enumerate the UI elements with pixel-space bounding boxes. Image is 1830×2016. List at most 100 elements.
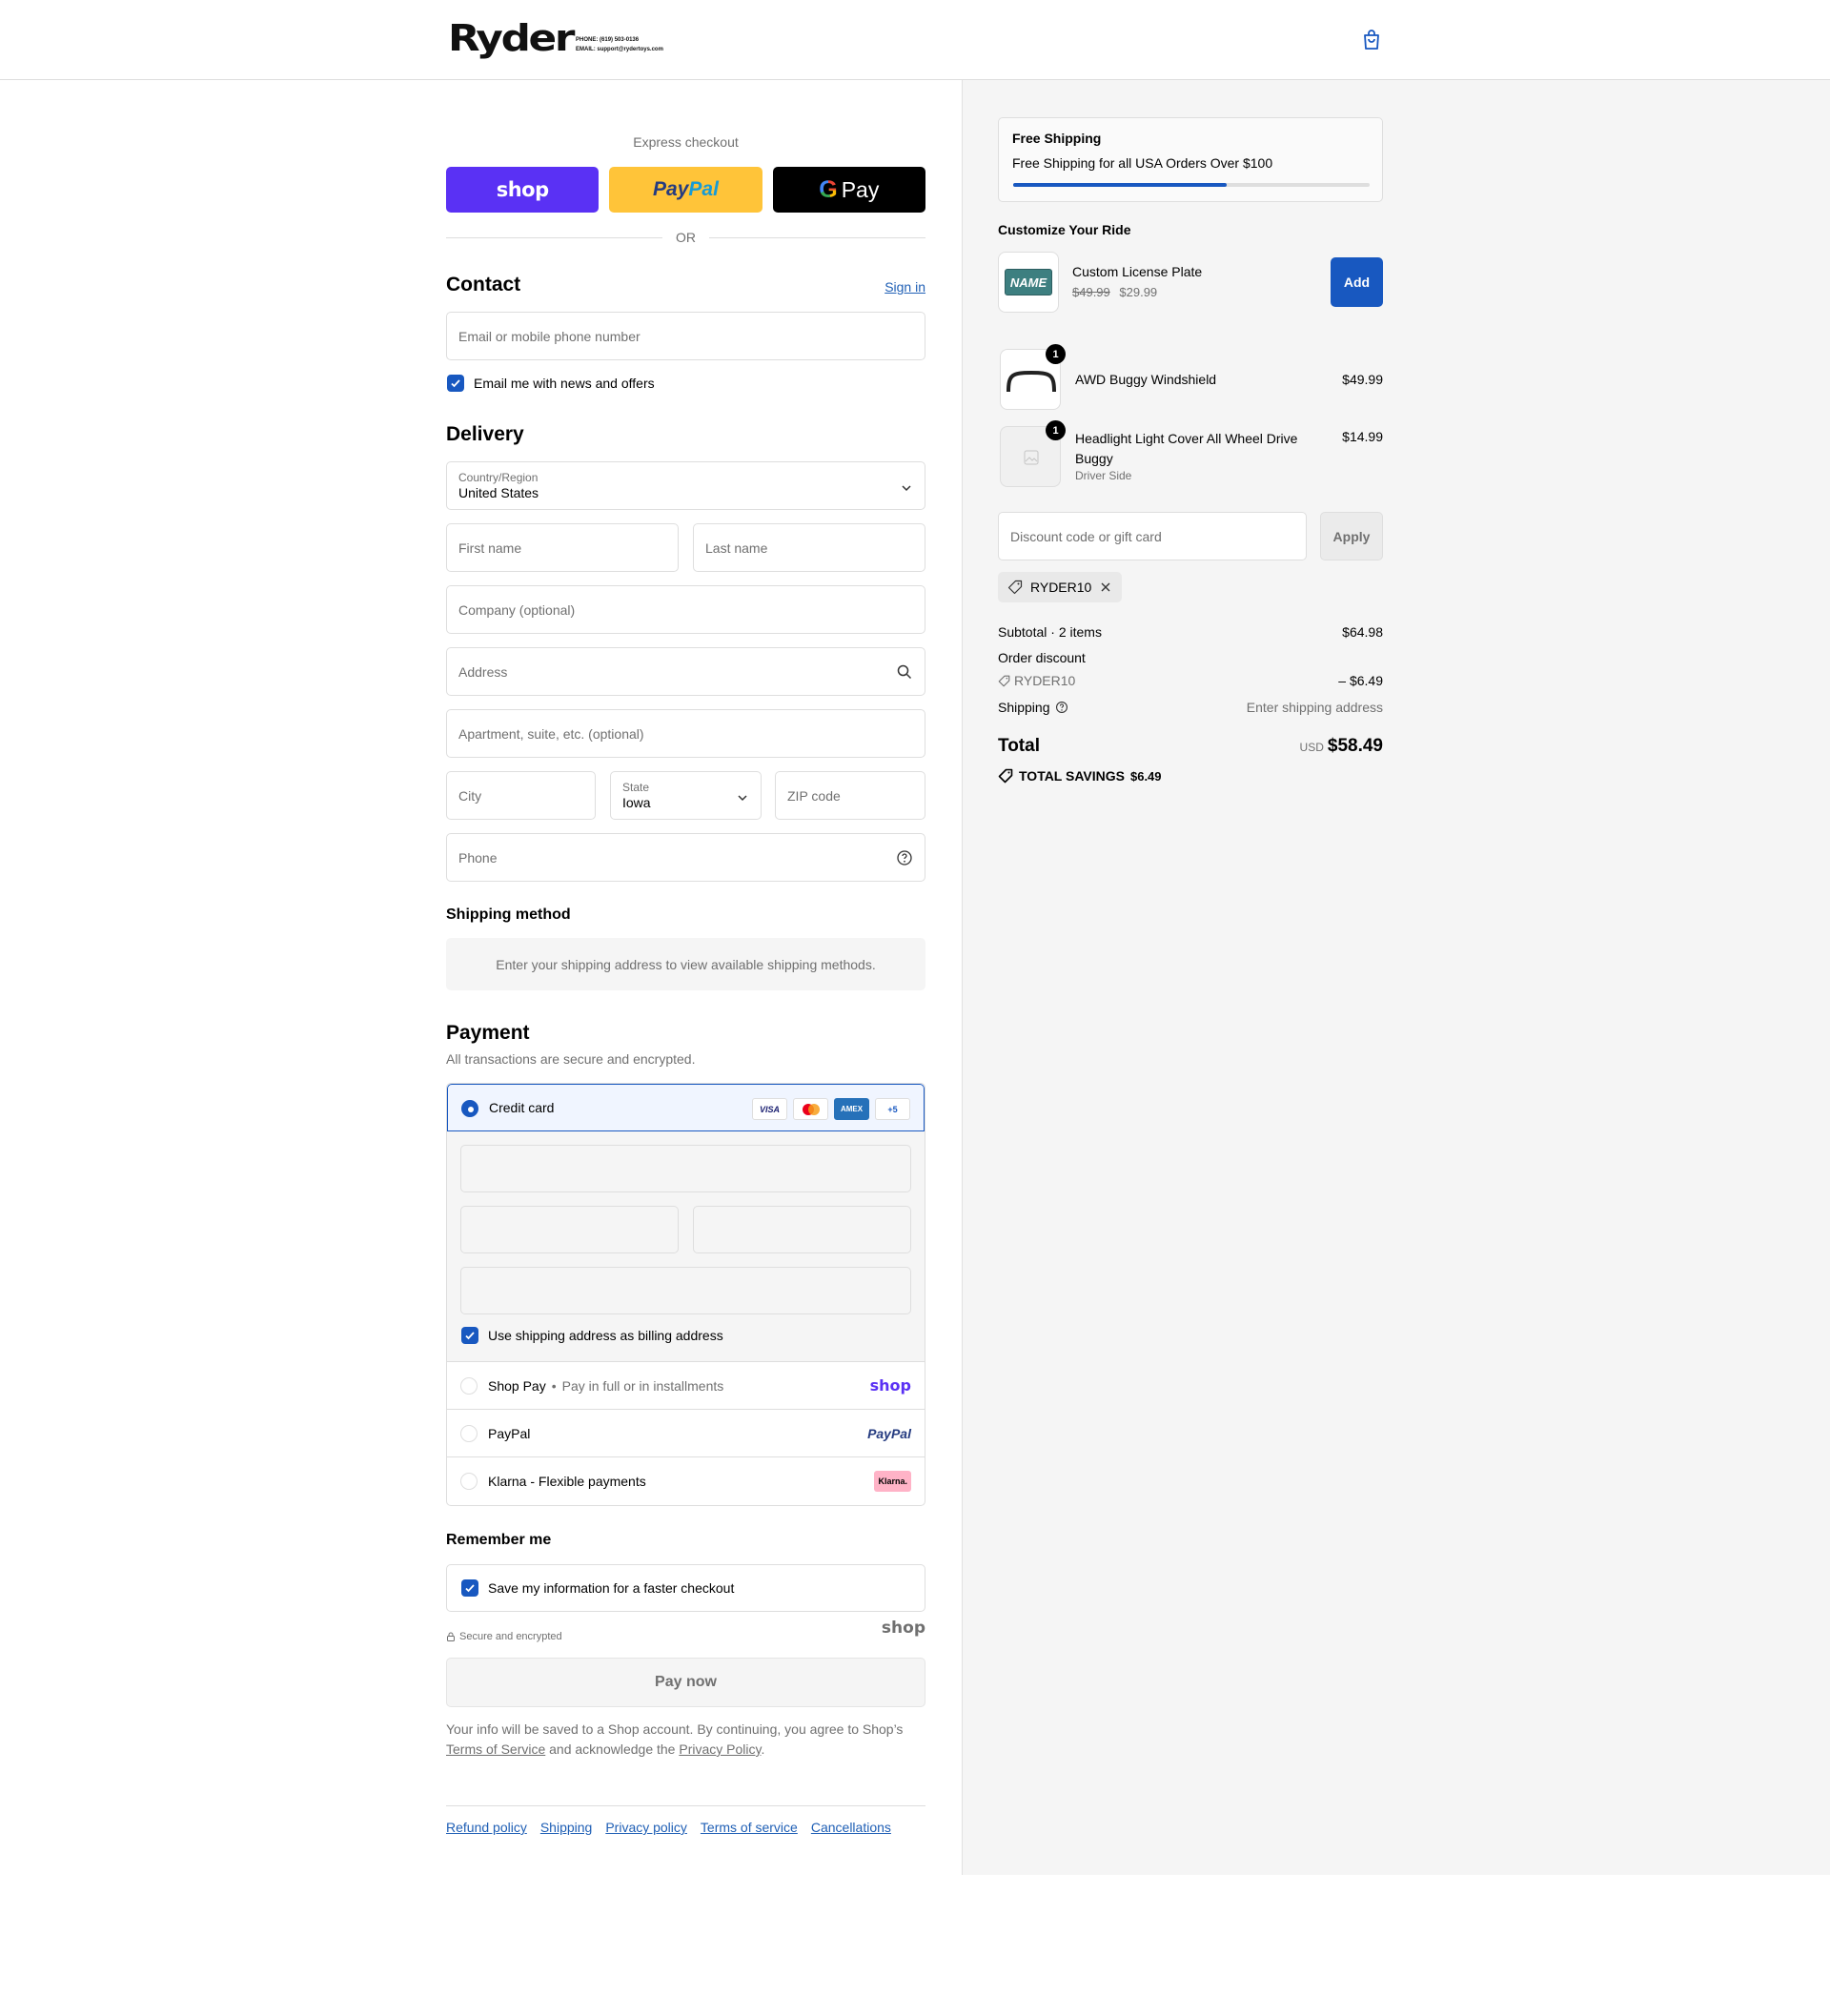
paypal-text-a: Pay xyxy=(653,178,689,200)
card-name-field[interactable] xyxy=(460,1267,911,1314)
cancellations-link[interactable]: Cancellations xyxy=(811,1820,891,1835)
discount-code-label: RYDER10 xyxy=(1014,673,1076,688)
mastercard-icon xyxy=(793,1098,828,1120)
tag-icon xyxy=(1007,580,1023,595)
billing-checkbox-label: Use shipping address as billing address xyxy=(488,1328,723,1343)
total-row: Total USD $58.49 xyxy=(998,736,1383,764)
cart-item-price: $14.99 xyxy=(1342,429,1383,444)
address-placeholder: Address xyxy=(458,663,508,680)
upsell-price: $29.99 xyxy=(1119,285,1158,299)
or-divider: OR xyxy=(446,230,925,245)
close-icon[interactable] xyxy=(1099,580,1112,594)
image-placeholder-icon xyxy=(1024,450,1039,465)
check-icon xyxy=(465,1584,475,1593)
card-expiry-field[interactable] xyxy=(460,1206,679,1253)
shop-pay-express-button[interactable]: shop xyxy=(446,167,600,213)
first-name-placeholder: First name xyxy=(458,540,522,556)
klarna-logo: Klarna. xyxy=(874,1471,911,1492)
card-number-field[interactable] xyxy=(460,1145,911,1192)
savings-label: TOTAL SAVINGS xyxy=(1019,768,1125,784)
google-pay-express-button[interactable]: G Pay xyxy=(772,167,925,213)
logo-wordmark: Ryder xyxy=(448,17,575,59)
save-info-checkbox[interactable] xyxy=(461,1579,478,1597)
credit-card-radio[interactable] xyxy=(461,1100,478,1117)
cart-item-name: AWD Buggy Windshield xyxy=(1075,372,1217,387)
free-shipping-progress xyxy=(1013,183,1370,187)
contact-title: Contact xyxy=(446,274,521,295)
company-field[interactable]: Company (optional) xyxy=(446,585,925,634)
paypal-option[interactable]: PayPal PayPal xyxy=(447,1410,925,1457)
payment-options: Credit card VISA AMEX +5 Use shipping ad… xyxy=(446,1083,925,1506)
total-value: $58.49 xyxy=(1327,736,1383,756)
terms-of-service-footer-link[interactable]: Terms of service xyxy=(701,1820,798,1835)
apply-discount-button[interactable]: Apply xyxy=(1320,512,1383,560)
credit-card-option[interactable]: Credit card VISA AMEX +5 xyxy=(447,1084,925,1131)
savings-value: $6.49 xyxy=(1129,768,1162,784)
applied-code: RYDER10 xyxy=(1030,580,1092,595)
shipping-link[interactable]: Shipping xyxy=(540,1820,593,1835)
zip-field[interactable]: ZIP code xyxy=(775,771,925,820)
first-name-field[interactable]: First name xyxy=(446,523,679,572)
add-upsell-button[interactable]: Add xyxy=(1331,257,1383,307)
address-field[interactable]: Address xyxy=(446,647,925,696)
store-logo[interactable]: Ryder PHONE: (619) 503-0136 EMAIL: suppo… xyxy=(448,17,663,59)
city-field[interactable]: City xyxy=(446,771,596,820)
discount-placeholder: Discount code or gift card xyxy=(1010,528,1162,544)
save-info-label: Save my information for a faster checkou… xyxy=(488,1580,735,1596)
secure-note: Secure and encrypted xyxy=(446,1631,562,1642)
quantity-badge: 1 xyxy=(1046,420,1066,440)
google-g-icon: G xyxy=(819,175,838,203)
email-field[interactable]: Email or mobile phone number xyxy=(446,312,925,360)
discount-code-field[interactable]: Discount code or gift card xyxy=(998,512,1307,560)
billing-checkbox[interactable] xyxy=(461,1327,478,1344)
delivery-title: Delivery xyxy=(446,423,524,445)
help-icon[interactable] xyxy=(896,849,913,866)
klarna-option[interactable]: Klarna - Flexible payments Klarna. xyxy=(447,1457,925,1505)
card-cvv-field[interactable] xyxy=(693,1206,911,1253)
discount-value: – $6.49 xyxy=(1338,673,1383,688)
apartment-field[interactable]: Apartment, suite, etc. (optional) xyxy=(446,709,925,758)
free-shipping-banner: Free Shipping Free Shipping for all USA … xyxy=(998,117,1383,202)
tag-icon xyxy=(998,675,1010,687)
country-select[interactable]: Country/Region United States xyxy=(446,461,925,510)
pay-now-button[interactable]: Pay now xyxy=(446,1658,925,1707)
more-cards-badge: +5 xyxy=(875,1098,910,1120)
payment-title: Payment xyxy=(446,1022,530,1044)
amex-icon: AMEX xyxy=(834,1098,869,1120)
refund-policy-link[interactable]: Refund policy xyxy=(446,1820,527,1835)
terms-text: Your info will be saved to a Shop accoun… xyxy=(446,1720,925,1760)
terms-of-service-link[interactable]: Terms of Service xyxy=(446,1741,545,1757)
last-name-field[interactable]: Last name xyxy=(693,523,925,572)
remember-me-box: Save my information for a faster checkou… xyxy=(446,1564,925,1612)
upsell-old-price: $49.99 xyxy=(1072,285,1110,299)
klarna-label: Klarna - Flexible payments xyxy=(488,1474,646,1489)
upsell-name: Custom License Plate xyxy=(1072,264,1203,279)
quantity-badge: 1 xyxy=(1046,344,1066,364)
logo-phone: PHONE: (619) 503-0136 xyxy=(576,37,640,43)
paypal-radio[interactable] xyxy=(460,1425,478,1442)
subtotal-label: Subtotal · 2 items xyxy=(998,624,1102,640)
chevron-down-icon xyxy=(902,485,911,492)
express-buttons: shop Pay Pal G Pay xyxy=(446,167,925,213)
shopping-bag-icon[interactable] xyxy=(1361,29,1382,51)
paypal-express-button[interactable]: Pay Pal xyxy=(609,167,762,213)
order-discount-label: Order discount xyxy=(998,650,1086,665)
news-checkbox[interactable] xyxy=(447,375,464,392)
visa-icon: VISA xyxy=(752,1098,787,1120)
shipping-row: Shipping Enter shipping address xyxy=(998,700,1383,715)
privacy-policy-link[interactable]: Privacy Policy xyxy=(679,1741,761,1757)
terms-pre: Your info will be saved to a Shop accoun… xyxy=(446,1721,904,1737)
privacy-policy-footer-link[interactable]: Privacy policy xyxy=(605,1820,687,1835)
card-logos: VISA AMEX +5 xyxy=(752,1098,910,1120)
phone-field[interactable]: Phone xyxy=(446,833,925,882)
country-value: United States xyxy=(458,485,539,500)
discount-row: RYDER10 – $6.49 xyxy=(998,673,1383,688)
total-amount: USD $58.49 xyxy=(1300,736,1383,757)
shop-pay-option[interactable]: Shop Pay • Pay in full or in installment… xyxy=(447,1362,925,1410)
sign-in-link[interactable]: Sign in xyxy=(884,279,925,295)
state-select[interactable]: State Iowa xyxy=(610,771,762,820)
shop-pay-radio[interactable] xyxy=(460,1377,478,1395)
klarna-radio[interactable] xyxy=(460,1473,478,1490)
help-icon[interactable] xyxy=(1055,701,1068,714)
state-label: State xyxy=(622,781,650,794)
